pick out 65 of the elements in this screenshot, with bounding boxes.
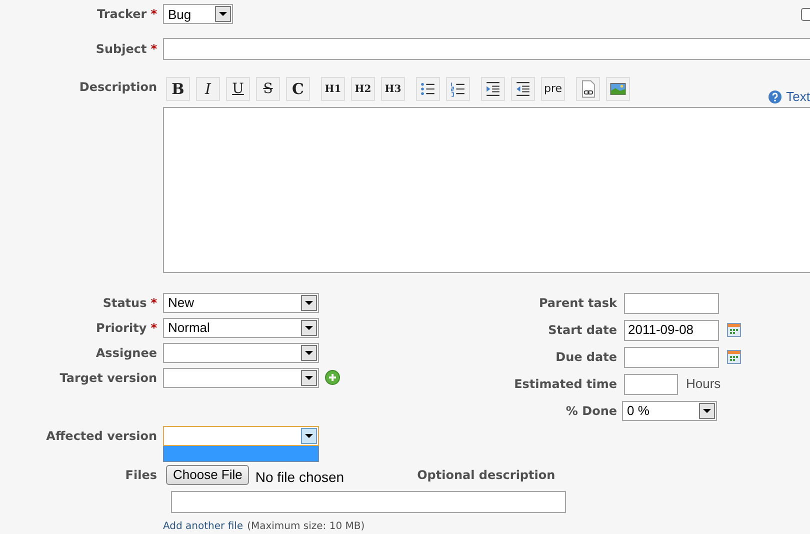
description-field[interactable]: [163, 106, 810, 272]
field-label: Parent task: [538, 296, 617, 310]
field-label: Assignee: [96, 346, 157, 360]
field-label: Affected version: [46, 428, 157, 442]
outdent-button[interactable]: [511, 77, 535, 101]
choose-file-button[interactable]: Choose File: [166, 465, 250, 485]
select-field[interactable]: 0 %: [622, 400, 717, 420]
preformatted-button[interactable]: pre: [541, 77, 565, 101]
input-field[interactable]: 2011-09-08: [624, 320, 719, 340]
field-label: Estimated time: [514, 377, 617, 391]
required-mark: *: [150, 42, 157, 56]
file-status: No file chosen: [255, 468, 344, 486]
field-label: Start date: [548, 323, 617, 337]
select-field[interactable]: [163, 342, 319, 362]
field-label: Tracker: [97, 7, 147, 21]
select-field[interactable]: Normal: [163, 318, 319, 338]
field-label: Files: [125, 468, 157, 482]
dropdown-arrow-icon: [305, 434, 313, 438]
unit-label: Hours: [686, 375, 721, 394]
dropdown-arrow-icon: [305, 376, 313, 380]
add-icon[interactable]: [325, 370, 340, 385]
size-note: (Maximum size: 10 MB): [247, 520, 365, 534]
subject-field[interactable]: [163, 38, 810, 60]
heading-button[interactable]: H2: [351, 77, 375, 101]
field-label: Optional description: [417, 467, 556, 484]
code-button[interactable]: C: [286, 77, 310, 101]
input-field[interactable]: [624, 292, 719, 314]
field-label: Subject: [96, 42, 147, 56]
field-label: % Done: [566, 404, 617, 418]
bold-button[interactable]: B: [166, 77, 190, 101]
required-mark: *: [150, 296, 157, 310]
select-field[interactable]: [163, 368, 319, 388]
calendar-icon[interactable]: [727, 350, 741, 364]
help-icon: [768, 90, 782, 104]
bulleted-list-button[interactable]: [416, 77, 440, 101]
dropdown-arrow-icon: [305, 300, 313, 304]
required-mark: *: [150, 320, 157, 334]
field-label: Due date: [556, 350, 617, 364]
field-label: Status: [102, 296, 147, 310]
field-label: Description: [79, 80, 157, 94]
numbered-list-button[interactable]: [446, 77, 470, 101]
select-field[interactable]: Bug: [163, 4, 233, 24]
calendar-icon[interactable]: [727, 323, 741, 337]
image-button[interactable]: [606, 77, 630, 101]
indent-button[interactable]: [481, 77, 505, 101]
field-label: Priority: [96, 320, 147, 334]
required-mark: *: [150, 7, 157, 21]
help-link[interactable]: Text: [786, 87, 810, 106]
heading-button[interactable]: H3: [381, 77, 405, 101]
select-field[interactable]: [163, 426, 319, 446]
dropdown-arrow-icon: [703, 408, 711, 412]
file-description-field[interactable]: [171, 490, 566, 512]
underline-button[interactable]: U: [226, 77, 250, 101]
input-field[interactable]: [624, 346, 719, 368]
heading-button[interactable]: H1: [321, 77, 345, 101]
field-label: Target version: [60, 370, 157, 384]
dropdown-arrow-icon: [219, 12, 227, 16]
select-field[interactable]: New: [163, 292, 319, 312]
italic-button[interactable]: I: [196, 77, 220, 101]
input-field[interactable]: [624, 374, 678, 394]
link-button[interactable]: [576, 77, 600, 101]
strikethrough-button[interactable]: S: [256, 77, 280, 101]
dropdown-arrow-icon: [305, 350, 313, 354]
dropdown-arrow-icon: [305, 326, 313, 330]
add-file-link[interactable]: Add another file: [163, 518, 244, 534]
